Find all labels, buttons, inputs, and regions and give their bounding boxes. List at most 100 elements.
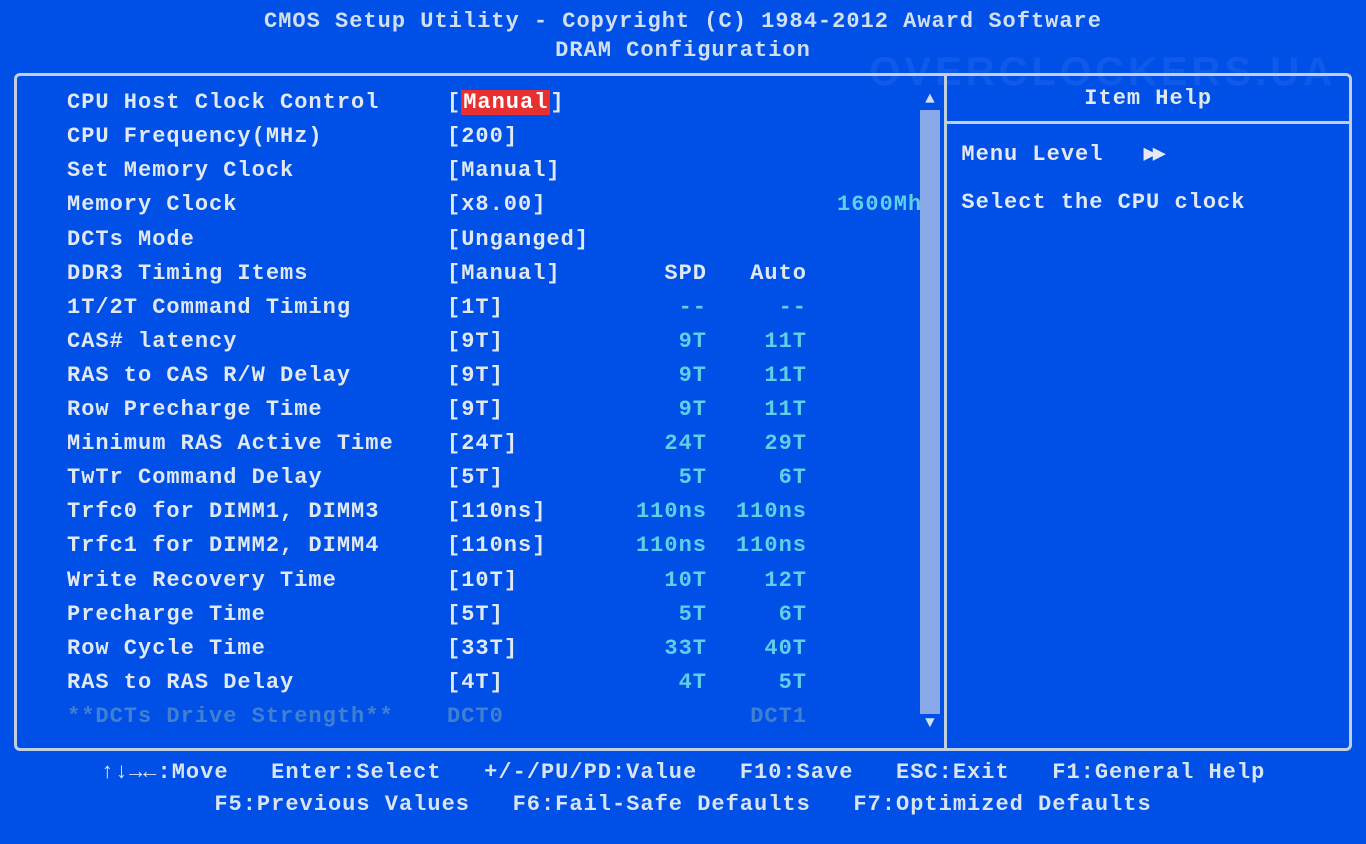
setting-label: DDR3 Timing Items [67,257,447,291]
setting-row[interactable]: Precharge Time[5T]5T6T [67,598,936,632]
setting-spd: 110ns [597,529,707,563]
setting-value[interactable]: [110ns] [447,495,597,529]
setting-label: Memory Clock [67,188,447,222]
footer-line-1: ↑↓→←:Move Enter:Select +/-/PU/PD:Value F… [0,757,1366,789]
setting-value[interactable]: [1T] [447,291,597,325]
setting-row[interactable]: Row Cycle Time[33T]33T40T [67,632,936,666]
setting-value[interactable]: DCT0 [447,700,597,734]
setting-label: Trfc1 for DIMM2, DIMM4 [67,529,447,563]
setting-value[interactable]: [10T] [447,564,597,598]
setting-row[interactable]: Trfc1 for DIMM2, DIMM4[110ns]110ns110ns [67,529,936,563]
setting-label: Row Cycle Time [67,632,447,666]
setting-spd: 5T [597,461,707,495]
setting-spd: 4T [597,666,707,700]
setting-auto: 11T [707,325,807,359]
scrollbar[interactable]: ▲ ▼ [920,90,940,734]
setting-value[interactable]: [5T] [447,598,597,632]
setting-value[interactable]: [Manual] [447,154,597,188]
setting-row[interactable]: **DCTs Drive Strength**DCT0 DCT1 [67,700,936,734]
scroll-up-icon[interactable]: ▲ [920,90,940,110]
setting-value[interactable]: [110ns] [447,529,597,563]
setting-label: TwTr Command Delay [67,461,447,495]
setting-value[interactable]: [9T] [447,359,597,393]
setting-label: Row Precharge Time [67,393,447,427]
setting-auto: 12T [707,564,807,598]
help-divider [947,121,1349,124]
scroll-down-icon[interactable]: ▼ [920,714,940,734]
setting-row[interactable]: RAS to RAS Delay[4T]4T5T [67,666,936,700]
setting-auto: Auto [707,257,807,291]
setting-row[interactable]: RAS to CAS R/W Delay[9T]9T11T [67,359,936,393]
menu-level-arrow-icon: ▶▶ [1143,138,1162,172]
settings-panel: CPU Host Clock Control[Manual]CPU Freque… [17,76,944,748]
setting-label: CPU Frequency(MHz) [67,120,447,154]
setting-value[interactable]: [24T] [447,427,597,461]
header-title: CMOS Setup Utility - Copyright (C) 1984-… [0,8,1366,37]
setting-row[interactable]: Write Recovery Time[10T]10T12T [67,564,936,598]
footer: ↑↓→←:Move Enter:Select +/-/PU/PD:Value F… [0,757,1366,821]
setting-auto: 11T [707,393,807,427]
setting-spd: 33T [597,632,707,666]
setting-label: 1T/2T Command Timing [67,291,447,325]
setting-label: Minimum RAS Active Time [67,427,447,461]
setting-auto: 5T [707,666,807,700]
setting-auto: 6T [707,461,807,495]
setting-auto: 6T [707,598,807,632]
setting-auto: 11T [707,359,807,393]
footer-line-2: F5:Previous Values F6:Fail-Safe Defaults… [0,789,1366,821]
help-text: Select the CPU clock [961,190,1335,215]
setting-label: CPU Host Clock Control [67,86,447,120]
setting-row[interactable]: 1T/2T Command Timing[1T]---- [67,291,936,325]
setting-spd: 110ns [597,495,707,529]
setting-row[interactable]: Set Memory Clock[Manual] [67,154,936,188]
setting-row[interactable]: Minimum RAS Active Time[24T]24T29T [67,427,936,461]
setting-spd: 9T [597,393,707,427]
setting-row[interactable]: CPU Frequency(MHz)[200] [67,120,936,154]
setting-auto: -- [707,291,807,325]
menu-level-label: Menu Level [961,138,1103,172]
setting-label: Trfc0 for DIMM1, DIMM3 [67,495,447,529]
setting-spd: SPD [597,257,707,291]
setting-value[interactable]: [200] [447,120,597,154]
setting-spd: 5T [597,598,707,632]
header-subtitle: DRAM Configuration [0,37,1366,66]
setting-label: **DCTs Drive Strength** [67,700,447,734]
setting-row[interactable]: DDR3 Timing Items[Manual]SPDAuto [67,257,936,291]
help-panel: Item Help Menu Level ▶▶ Select the CPU c… [944,76,1349,748]
setting-row[interactable]: CPU Host Clock Control[Manual] [67,86,936,120]
setting-row[interactable]: Trfc0 for DIMM1, DIMM3[110ns]110ns110ns [67,495,936,529]
setting-spd: -- [597,291,707,325]
setting-value[interactable]: [5T] [447,461,597,495]
setting-value[interactable]: [33T] [447,632,597,666]
main-frame: CPU Host Clock Control[Manual]CPU Freque… [14,73,1352,751]
setting-row[interactable]: CAS# latency[9T]9T11T [67,325,936,359]
setting-row[interactable]: Memory Clock[x8.00]1600Mhz [67,188,936,222]
setting-label: DCTs Mode [67,223,447,257]
setting-auto: 110ns [707,495,807,529]
setting-value[interactable]: [4T] [447,666,597,700]
setting-row[interactable]: TwTr Command Delay[5T]5T6T [67,461,936,495]
setting-value[interactable]: [Unganged] [447,223,597,257]
setting-spd: 9T [597,359,707,393]
header: CMOS Setup Utility - Copyright (C) 1984-… [0,0,1366,69]
setting-value[interactable]: [9T] [447,393,597,427]
setting-value[interactable]: [9T] [447,325,597,359]
setting-label: Precharge Time [67,598,447,632]
setting-label: CAS# latency [67,325,447,359]
setting-label: RAS to CAS R/W Delay [67,359,447,393]
setting-value[interactable]: [x8.00] [447,188,597,222]
setting-value[interactable]: [Manual] [447,257,597,291]
setting-auto: 110ns [707,529,807,563]
setting-label: Set Memory Clock [67,154,447,188]
help-title: Item Help [961,86,1335,111]
setting-row[interactable]: DCTs Mode[Unganged] [67,223,936,257]
setting-spd: 24T [597,427,707,461]
setting-spd: 10T [597,564,707,598]
setting-label: RAS to RAS Delay [67,666,447,700]
setting-label: Write Recovery Time [67,564,447,598]
setting-auto: 40T [707,632,807,666]
setting-spd: 9T [597,325,707,359]
setting-row[interactable]: Row Precharge Time[9T]9T11T [67,393,936,427]
setting-auto: DCT1 [707,700,807,734]
setting-value[interactable]: [Manual] [447,86,597,120]
